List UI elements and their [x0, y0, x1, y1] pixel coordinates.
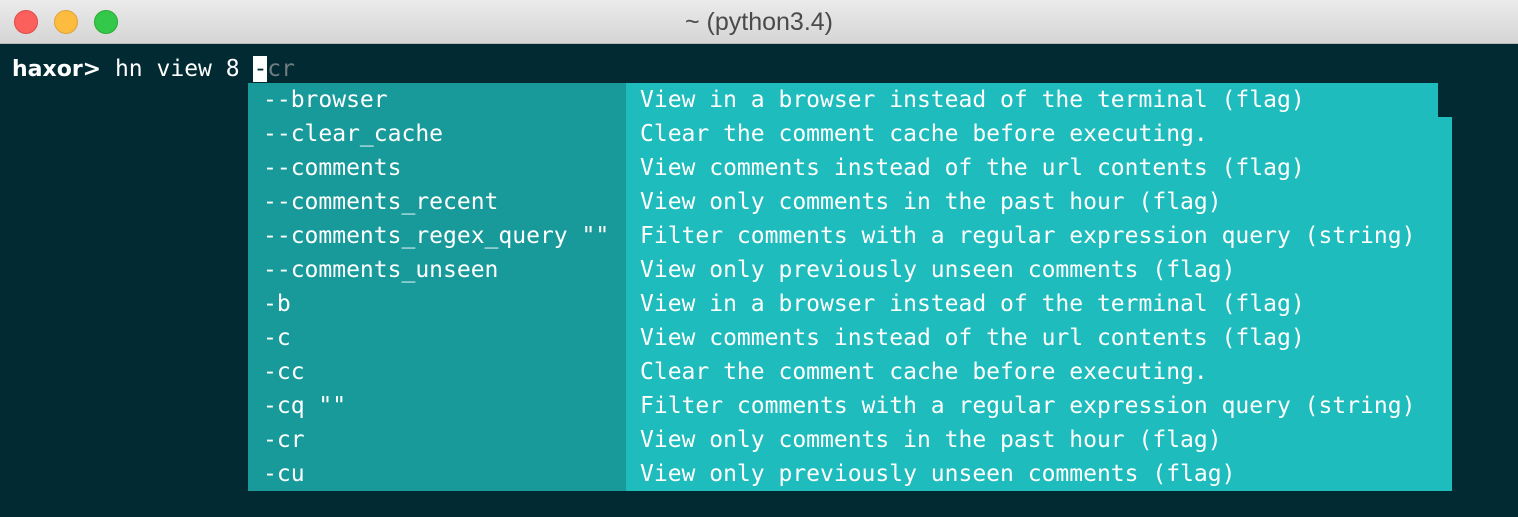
- completion-item[interactable]: -b View in a browser instead of the termi…: [248, 287, 1438, 321]
- completion-item[interactable]: --comments_regex_query "" Filter comments…: [248, 219, 1438, 253]
- command-text: hn view 8: [101, 56, 254, 82]
- completion-item[interactable]: -cr View only comments in the past hour (…: [248, 423, 1438, 457]
- command-line[interactable]: haxor> hn view 8 -cr: [12, 52, 295, 86]
- completion-option: -c: [263, 325, 291, 351]
- completion-item[interactable]: -cu View only previously unseen comments …: [248, 457, 1438, 491]
- completion-menu: --browser View in a browser instead of th…: [248, 83, 1452, 491]
- completion-item[interactable]: -c View comments instead of the url conte…: [248, 321, 1438, 355]
- completion-description: View only previously unseen comments (fl…: [640, 461, 1236, 487]
- completion-item[interactable]: -cq "" Filter comments with a regular exp…: [248, 389, 1438, 423]
- completion-item[interactable]: --comments_recent View only comments in t…: [248, 185, 1438, 219]
- completion-description: View in a browser instead of the termina…: [640, 87, 1305, 113]
- completion-description: Filter comments with a regular expressio…: [640, 223, 1416, 249]
- completion-option: -cr: [263, 427, 305, 453]
- terminal-window: ~ (python3.4) haxor> hn view 8 -cr --bro…: [0, 0, 1518, 517]
- completion-item[interactable]: --comments View comments instead of the u…: [248, 151, 1438, 185]
- completion-item[interactable]: --clear_cache Clear the comment cache bef…: [248, 117, 1438, 151]
- auto-suggestion: cr: [267, 56, 295, 82]
- completion-description: View comments instead of the url content…: [640, 325, 1305, 351]
- terminal-area[interactable]: haxor> hn view 8 -cr --browser View in a …: [0, 44, 1518, 517]
- completion-item[interactable]: --comments_unseen View only previously un…: [248, 253, 1438, 287]
- text-cursor: -: [253, 56, 268, 82]
- title-bar: ~ (python3.4): [0, 0, 1518, 44]
- prompt-label: haxor>: [12, 57, 102, 82]
- completion-option: --browser: [263, 87, 388, 113]
- completion-description: Filter comments with a regular expressio…: [640, 393, 1416, 419]
- completion-option: --comments_regex_query "": [263, 223, 610, 249]
- completion-option: -cc: [263, 359, 305, 385]
- window-title: ~ (python3.4): [684, 8, 833, 36]
- completion-scrollbar-thumb[interactable]: [1438, 83, 1452, 117]
- completion-option: --comments_recent: [263, 189, 499, 215]
- completion-description: View only comments in the past hour (fla…: [640, 189, 1222, 215]
- completion-option: -cq "": [263, 393, 347, 419]
- completion-option: -cu: [263, 461, 305, 487]
- completion-description: View only comments in the past hour (fla…: [640, 427, 1222, 453]
- completion-item[interactable]: -cc Clear the comment cache before execut…: [248, 355, 1438, 389]
- completion-description: Clear the comment cache before executing…: [640, 121, 1208, 147]
- completion-option: --comments_unseen: [263, 257, 499, 283]
- completion-option: -b: [263, 291, 291, 317]
- completion-option: --clear_cache: [263, 121, 444, 147]
- completion-item[interactable]: --browser View in a browser instead of th…: [248, 83, 1438, 117]
- completion-option: --comments: [263, 155, 402, 181]
- completion-description: Clear the comment cache before executing…: [640, 359, 1208, 385]
- completion-description: View only previously unseen comments (fl…: [640, 257, 1236, 283]
- completion-description: View comments instead of the url content…: [640, 155, 1305, 181]
- completion-scrollbar[interactable]: [1438, 83, 1452, 491]
- completion-description: View in a browser instead of the termina…: [640, 291, 1305, 317]
